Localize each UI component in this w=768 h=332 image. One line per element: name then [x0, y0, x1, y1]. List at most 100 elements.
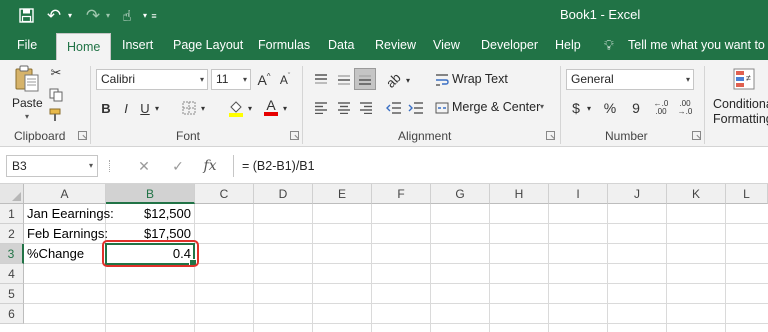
align-right-icon[interactable]	[356, 98, 376, 118]
formula-input[interactable]: = (B2-B1)/B1	[233, 155, 768, 177]
clipboard-launcher-icon[interactable]	[78, 131, 87, 140]
insert-function-icon[interactable]: fx	[198, 155, 222, 177]
borders-dropdown-icon[interactable]: ▾	[198, 98, 208, 118]
column-header-a[interactable]: A	[24, 184, 106, 204]
undo-dropdown-icon[interactable]: ▾	[64, 0, 76, 31]
cancel-icon[interactable]: ✕	[132, 155, 156, 177]
conditional-formatting-button[interactable]: Conditional	[713, 97, 768, 111]
tab-developer[interactable]: Developer	[481, 31, 538, 60]
row-header-3[interactable]: 3	[0, 244, 24, 264]
column-header-k[interactable]: K	[667, 184, 726, 204]
tab-home[interactable]: Home	[56, 33, 112, 60]
cell-a1[interactable]: Jan Eearnings:	[27, 204, 114, 224]
touch-mode-icon[interactable]: ☝	[116, 0, 138, 31]
tab-page-layout[interactable]: Page Layout	[173, 31, 243, 60]
font-size-select[interactable]: 11 ▾	[211, 69, 251, 90]
italic-button[interactable]: I	[119, 98, 133, 118]
undo-icon[interactable]: ↶	[43, 0, 65, 31]
tab-file[interactable]: File	[17, 31, 37, 60]
merge-dropdown-icon[interactable]: ▾	[540, 102, 544, 111]
customize-quick-access-icon[interactable]: ≡	[148, 0, 160, 31]
tab-help[interactable]: Help	[555, 31, 581, 60]
cell-a2[interactable]: Feb Earnings:	[27, 224, 108, 244]
decrease-decimal-icon[interactable]: .00 →.0	[675, 98, 695, 118]
fill-color-dropdown-icon[interactable]: ▾	[245, 98, 255, 118]
column-header-h[interactable]: H	[490, 184, 549, 204]
bottom-align-icon[interactable]	[354, 68, 376, 90]
formula-bar-splitter[interactable]	[109, 160, 111, 172]
increase-decimal-icon[interactable]: ←.0.00	[651, 98, 671, 118]
group-separator	[560, 66, 561, 144]
gridline	[24, 283, 768, 284]
row-header-5[interactable]: 5	[0, 284, 24, 304]
increase-indent-icon[interactable]	[406, 98, 426, 118]
select-all-button[interactable]	[0, 184, 24, 204]
fill-color-icon[interactable]	[227, 98, 245, 118]
font-color-dropdown-icon[interactable]: ▾	[280, 98, 290, 118]
merge-center-icon[interactable]	[434, 98, 450, 118]
underline-button[interactable]: U	[138, 98, 152, 118]
middle-align-icon[interactable]	[334, 70, 354, 90]
redo-dropdown-icon: ▾	[105, 11, 110, 20]
wrap-text-icon[interactable]	[434, 70, 450, 90]
conditional-formatting-icon[interactable]: ≠	[731, 65, 757, 93]
cell-b1[interactable]: $12,500	[106, 204, 194, 224]
group-separator	[302, 66, 303, 144]
paste-icon[interactable]	[12, 64, 42, 94]
orientation-dropdown-icon[interactable]: ▾	[403, 70, 413, 90]
column-header-g[interactable]: G	[431, 184, 490, 204]
font-name-select[interactable]: Calibri ▾	[96, 69, 208, 90]
column-header-c[interactable]: C	[195, 184, 254, 204]
font-launcher-icon[interactable]	[290, 131, 299, 140]
shrink-font-icon[interactable]: Aˇ	[276, 70, 294, 90]
borders-icon[interactable]	[180, 98, 198, 118]
wrap-text-button[interactable]: Wrap Text	[452, 72, 508, 86]
font-color-icon[interactable]: A	[262, 96, 280, 118]
column-header-j[interactable]: J	[608, 184, 667, 204]
number-launcher-icon[interactable]	[692, 131, 701, 140]
column-header-i[interactable]: I	[549, 184, 608, 204]
cell-a3[interactable]: %Change	[27, 244, 107, 264]
enter-icon[interactable]: ✓	[166, 155, 190, 177]
format-painter-icon[interactable]	[47, 106, 65, 124]
decrease-indent-icon[interactable]	[384, 98, 404, 118]
number-group-label: Number	[605, 129, 648, 143]
number-format-select[interactable]: General ▾	[566, 69, 694, 90]
bold-button[interactable]: B	[98, 98, 114, 118]
ribbon: Paste ▾ ✂ Clipboard Calibri ▾ 11 ▾ A ^ Aˇ…	[0, 60, 768, 147]
comma-style-button[interactable]: 9	[628, 98, 644, 118]
column-header-b[interactable]: B	[106, 184, 195, 204]
cut-icon[interactable]: ✂	[47, 64, 65, 82]
top-align-icon[interactable]	[311, 70, 331, 90]
tab-formulas[interactable]: Formulas	[258, 31, 310, 60]
percent-button[interactable]: %	[602, 98, 618, 118]
tab-review[interactable]: Review	[375, 31, 416, 60]
currency-dropdown-icon[interactable]: ▾	[584, 98, 594, 118]
row-header-6[interactable]: 6	[0, 304, 24, 324]
column-header-d[interactable]: D	[254, 184, 313, 204]
save-icon[interactable]	[14, 0, 38, 31]
row-header-4[interactable]: 4	[0, 264, 24, 284]
grow-font-icon[interactable]: A ^	[255, 70, 273, 90]
row-header-2[interactable]: 2	[0, 224, 24, 244]
underline-dropdown-icon[interactable]: ▾	[152, 98, 162, 118]
row-header-1[interactable]: 1	[0, 204, 24, 224]
align-left-icon[interactable]	[311, 98, 331, 118]
currency-button[interactable]: $	[568, 98, 584, 118]
name-box[interactable]: B3 ▾	[6, 155, 98, 177]
merge-center-button[interactable]: Merge & Center	[452, 100, 540, 114]
paste-button[interactable]: Paste	[12, 96, 43, 110]
align-center-icon[interactable]	[334, 98, 354, 118]
svg-text:≠: ≠	[746, 73, 751, 83]
tell-me-search[interactable]: Tell me what you want to do	[628, 31, 768, 60]
column-header-f[interactable]: F	[372, 184, 431, 204]
alignment-launcher-icon[interactable]	[546, 131, 555, 140]
tab-insert[interactable]: Insert	[122, 31, 153, 60]
column-header-e[interactable]: E	[313, 184, 372, 204]
tab-view[interactable]: View	[433, 31, 460, 60]
column-header-l[interactable]: L	[726, 184, 768, 204]
title-bar: ↶ ▾ ↷ ▾ ☝ ▾ ≡ Book1 - Excel	[0, 0, 768, 31]
paste-dropdown-icon[interactable]: ▾	[25, 112, 29, 121]
tab-data[interactable]: Data	[328, 31, 354, 60]
copy-icon[interactable]	[47, 86, 65, 104]
